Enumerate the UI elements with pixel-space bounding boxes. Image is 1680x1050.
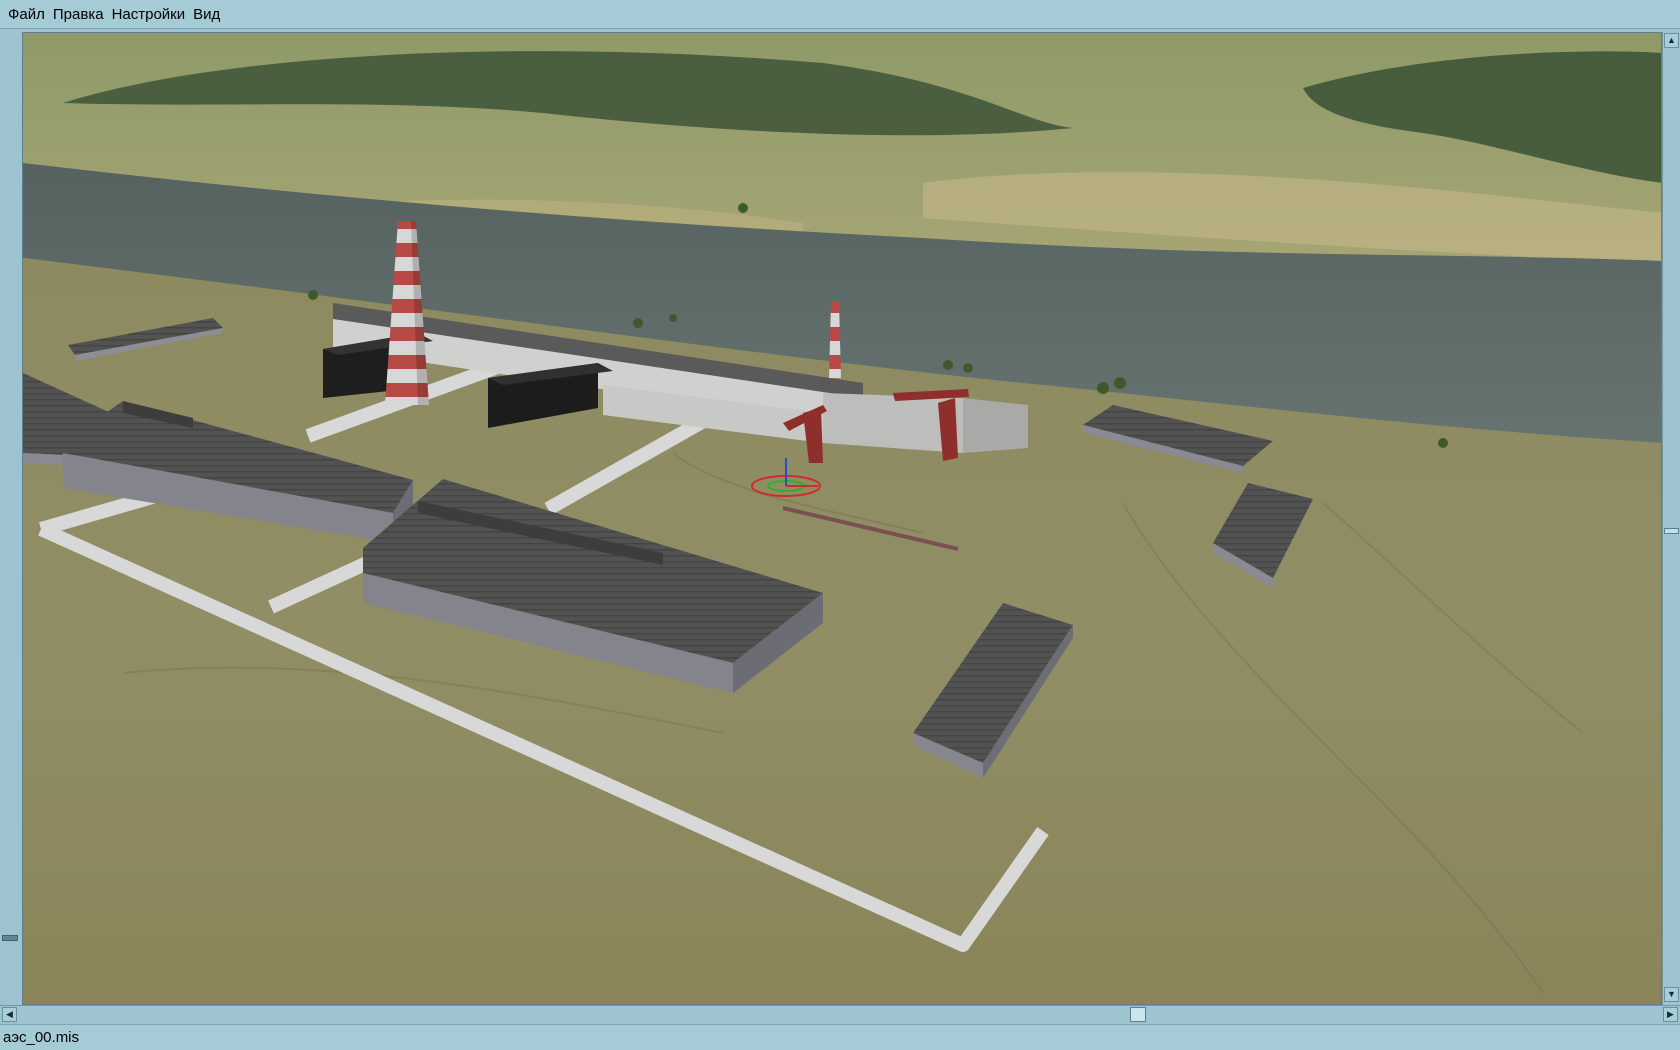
menu-bar: Файл Правка Настройки Вид xyxy=(0,0,1680,29)
menu-file[interactable]: Файл xyxy=(4,0,49,29)
arrow-right-icon[interactable]: ▶ xyxy=(1663,1007,1678,1022)
vertical-scrollbar[interactable]: ▲ ▼ xyxy=(1662,32,1680,1005)
status-filename: аэс_00.mis xyxy=(3,1029,80,1046)
arrow-up-icon[interactable]: ▲ xyxy=(1664,33,1679,48)
arrow-down-icon[interactable]: ▼ xyxy=(1664,987,1679,1002)
menu-edit[interactable]: Правка xyxy=(49,0,108,29)
vertical-scroll-thumb[interactable] xyxy=(1664,528,1679,534)
horizontal-scrollbar[interactable]: ◀ ▶ xyxy=(0,1005,1680,1023)
menu-view[interactable]: Вид xyxy=(189,0,224,29)
splitter-handle[interactable] xyxy=(2,935,18,941)
chimney-small xyxy=(829,301,841,378)
menu-settings[interactable]: Настройки xyxy=(108,0,190,29)
3d-viewport[interactable] xyxy=(22,32,1662,1005)
scene-render xyxy=(23,33,1661,1004)
arrow-left-icon[interactable]: ◀ xyxy=(2,1007,17,1022)
left-panel-strip xyxy=(0,30,22,1005)
status-bar: аэс_00.mis xyxy=(0,1024,1680,1050)
turbine-hall xyxy=(823,393,1028,453)
horizontal-scroll-thumb[interactable] xyxy=(1130,1007,1146,1022)
